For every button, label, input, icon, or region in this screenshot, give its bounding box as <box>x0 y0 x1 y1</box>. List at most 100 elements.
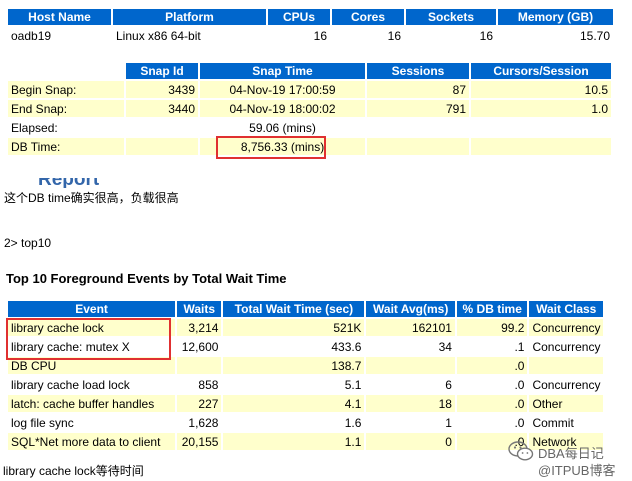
platform-value: Linux x86 64-bit <box>113 27 266 44</box>
snap-header-cursors: Cursors/Session <box>471 63 611 79</box>
snap-id: 3440 <box>126 100 198 117</box>
event-wait-avg: 1 <box>366 414 455 431</box>
event-name: SQL*Net more data to client <box>8 433 176 450</box>
cursors-per-session <box>471 119 611 136</box>
host-header-memory: Memory (GB) <box>498 9 613 25</box>
host-header-platform: Platform <box>113 9 266 25</box>
host-header-host-name: Host Name <box>8 9 111 25</box>
sessions <box>367 119 469 136</box>
event-pct-db-time: .0 <box>456 414 528 431</box>
snap-table-header: Snap Id Snap Time Sessions Cursors/Sessi… <box>8 63 611 79</box>
event-waits: 1,628 <box>177 414 222 431</box>
event-pct-db-time: .0 <box>456 376 528 393</box>
event-wait-class: Other <box>529 395 603 412</box>
events-header-event: Event <box>8 301 176 317</box>
snap-id: 3439 <box>126 81 198 98</box>
events-header-wait-avg: Wait Avg(ms) <box>366 301 455 317</box>
note-top10: 2> top10 <box>4 236 52 250</box>
event-total-wait: 1.1 <box>223 433 365 450</box>
event-wait-avg <box>366 357 455 374</box>
table-row: library cache lock 3,214 521K 162101 99.… <box>8 319 603 336</box>
snap-label: Elapsed: <box>8 119 124 136</box>
table-row: library cache load lock 858 5.1 6 .0 Con… <box>8 376 603 393</box>
event-waits: 20,155 <box>177 433 222 450</box>
event-waits: 858 <box>177 376 222 393</box>
partial-heading: Report S <box>38 178 100 188</box>
wechat-icon <box>508 440 534 462</box>
sessions: 87 <box>367 81 469 98</box>
memory-value: 15.70 <box>498 27 613 44</box>
table-row: library cache: mutex X 12,600 433.6 34 .… <box>8 338 603 355</box>
snap-time: 04-Nov-19 18:00:02 <box>200 100 365 117</box>
snap-header-sessions: Sessions <box>367 63 469 79</box>
event-wait-avg: 6 <box>366 376 455 393</box>
event-wait-avg: 34 <box>366 338 455 355</box>
snap-header-snap-id: Snap Id <box>126 63 198 79</box>
elapsed-value: 59.06 (mins) <box>200 119 365 136</box>
event-total-wait: 4.1 <box>223 395 365 412</box>
event-pct-db-time: .0 <box>456 357 528 374</box>
events-header-waits: Waits <box>177 301 222 317</box>
snap-id <box>126 138 198 155</box>
cores-value: 16 <box>332 27 404 44</box>
event-pct-db-time: 99.2 <box>456 319 528 336</box>
snap-header-blank <box>8 63 124 79</box>
event-wait-class: Concurrency <box>529 319 603 336</box>
sessions <box>367 138 469 155</box>
events-section-title: Top 10 Foreground Events by Total Wait T… <box>6 271 287 286</box>
cursors-per-session: 10.5 <box>471 81 611 98</box>
event-total-wait: 5.1 <box>223 376 365 393</box>
snap-label: DB Time: <box>8 138 124 155</box>
host-name-value: oadb19 <box>8 27 111 44</box>
snap-id <box>126 119 198 136</box>
table-row: DB CPU 138.7 .0 <box>8 357 603 374</box>
event-wait-avg: 0 <box>366 433 455 450</box>
event-name: library cache lock <box>8 319 176 336</box>
snap-label: Begin Snap: <box>8 81 124 98</box>
snap-header-snap-time: Snap Time <box>200 63 365 79</box>
host-header-cores: Cores <box>332 9 404 25</box>
table-row: Begin Snap: 3439 04-Nov-19 17:00:59 87 1… <box>8 81 611 98</box>
event-waits: 3,214 <box>177 319 222 336</box>
host-table: Host Name Platform CPUs Cores Sockets Me… <box>6 7 615 46</box>
event-wait-class: Concurrency <box>529 338 603 355</box>
table-row: latch: cache buffer handles 227 4.1 18 .… <box>8 395 603 412</box>
event-name: latch: cache buffer handles <box>8 395 176 412</box>
note-library-cache-lock: library cache lock等待时间 <box>3 464 144 478</box>
sessions: 791 <box>367 100 469 117</box>
event-total-wait: 521K <box>223 319 365 336</box>
snap-table: Snap Id Snap Time Sessions Cursors/Sessi… <box>6 61 613 157</box>
event-wait-class: Concurrency <box>529 376 603 393</box>
note-db-time: 这个DB time确实很高，负载很高 <box>4 191 179 205</box>
event-wait-class <box>529 357 603 374</box>
event-wait-avg: 18 <box>366 395 455 412</box>
event-pct-db-time: .1 <box>456 338 528 355</box>
event-wait-class: Commit <box>529 414 603 431</box>
watermark-line2: @ITPUB博客 <box>538 463 616 478</box>
snap-time: 04-Nov-19 17:00:59 <box>200 81 365 98</box>
cursors-per-session: 1.0 <box>471 100 611 117</box>
event-name: log file sync <box>8 414 176 431</box>
cpus-value: 16 <box>268 27 330 44</box>
snap-label: End Snap: <box>8 100 124 117</box>
event-name: library cache: mutex X <box>8 338 176 355</box>
events-header-total-wait: Total Wait Time (sec) <box>223 301 365 317</box>
table-row: log file sync 1,628 1.6 1 .0 Commit <box>8 414 603 431</box>
event-waits <box>177 357 222 374</box>
event-pct-db-time: .0 <box>456 395 528 412</box>
event-name: DB CPU <box>8 357 176 374</box>
partial-heading-text: Report S <box>38 178 100 188</box>
event-waits: 12,600 <box>177 338 222 355</box>
table-row: End Snap: 3440 04-Nov-19 18:00:02 791 1.… <box>8 100 611 117</box>
cursors-per-session <box>471 138 611 155</box>
events-table: Event Waits Total Wait Time (sec) Wait A… <box>6 299 605 452</box>
event-wait-avg: 162101 <box>366 319 455 336</box>
host-table-header: Host Name Platform CPUs Cores Sockets Me… <box>8 9 613 25</box>
table-row: DB Time: 8,756.33 (mins) <box>8 138 611 155</box>
host-header-sockets: Sockets <box>406 9 496 25</box>
event-waits: 227 <box>177 395 222 412</box>
table-row: Elapsed: 59.06 (mins) <box>8 119 611 136</box>
events-header-wait-class: Wait Class <box>529 301 603 317</box>
events-header-db-time: % DB time <box>456 301 528 317</box>
table-row: oadb19 Linux x86 64-bit 16 16 16 15.70 <box>8 27 613 44</box>
